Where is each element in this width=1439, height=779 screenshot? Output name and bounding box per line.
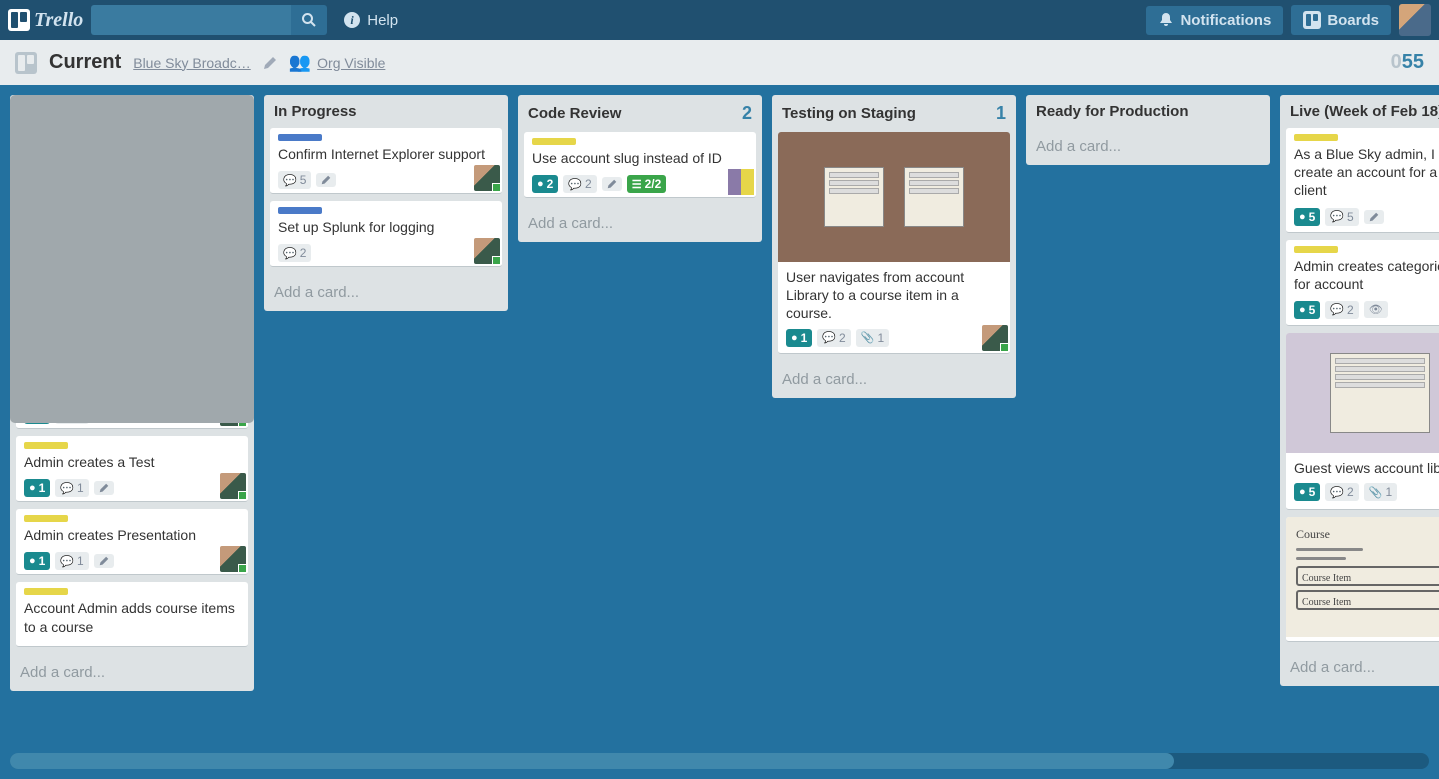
boards-button[interactable]: Boards [1291,5,1391,35]
votes-badge: ●5 [1294,301,1320,319]
list-live: Live (Week of Feb 18) As a Blue Sky admi… [1280,95,1439,686]
board-canvas[interactable]: Next Up 27 Move Heroku account to monito… [0,85,1439,779]
edit-badge [94,481,114,495]
search-wrap [91,5,327,35]
comments-badge: 💬5 [1325,208,1358,226]
search-button[interactable] [291,5,327,35]
search-icon [301,12,317,28]
card[interactable]: Use account slug instead of ID ●2 💬2 ☰2/… [524,132,756,198]
comments-badge: 💬2 [1325,483,1358,501]
comments-badge: 💬1 [55,479,88,497]
label-yellow [532,138,576,145]
trello-icon [8,9,30,31]
checklist-badge: ☰2/2 [627,175,667,193]
list-code-review: Code Review 2 Use account slug instead o… [518,95,762,242]
card[interactable]: Guest views account library ●5 💬2 📎1 [1286,333,1439,510]
votes-badge: ●2 [532,175,558,193]
list-count: 2 [742,103,752,124]
comments-badge: 💬2 [817,329,850,347]
comments-badge: 💬1 [55,552,88,570]
card[interactable]: Set up Splunk for logging 💬2 [270,201,502,267]
votes-badge: ●5 [1294,208,1320,226]
card-cover: Course Course Item Course Item [1286,517,1439,637]
watch-badge: 👁 [1364,301,1388,318]
board-icon [15,52,37,74]
add-card[interactable]: Add a card... [264,274,508,311]
list-title[interactable]: Live (Week of Feb 18) [1290,103,1439,120]
board-title[interactable]: Current [49,51,121,74]
card-cover [778,132,1010,262]
label-blue [278,207,322,214]
card[interactable]: User navigates from account Library to a… [778,132,1010,354]
votes-badge: ●1 [24,552,50,570]
list-title[interactable]: In Progress [274,103,357,120]
attachment-badge: 📎1 [856,329,889,347]
card[interactable]: Course Course Item Course Item [1286,517,1439,642]
help-link[interactable]: i Help [335,7,406,33]
member-avatar[interactable] [474,238,500,264]
list-title[interactable]: Ready for Production [1036,103,1189,120]
list-ready: Ready for Production Add a card... [1026,95,1270,165]
user-avatar[interactable] [1399,4,1431,36]
info-icon: i [343,11,361,29]
label-yellow [1294,246,1338,253]
list-count: 1 [996,103,1006,124]
board-scrollbar[interactable] [10,753,1429,769]
add-card[interactable]: Add a card... [772,361,1016,398]
member-avatar[interactable] [982,325,1008,351]
card[interactable]: Confirm Internet Explorer support 💬5 [270,128,502,194]
votes-badge: ●1 [24,479,50,497]
attachment-badge: 📎1 [1364,483,1397,501]
board-count: 055 [1391,51,1424,74]
add-card[interactable]: Add a card... [518,205,762,242]
logo-text: Trello [34,9,83,32]
label-blue [278,134,322,141]
add-card[interactable]: Add a card... [10,654,254,691]
edit-icon[interactable] [263,56,277,70]
member-avatar[interactable] [728,169,754,195]
visibility[interactable]: 👥 Org Visible [289,52,386,73]
comments-badge: 💬2 [278,244,311,262]
member-avatar[interactable] [474,165,500,191]
label-yellow [24,515,68,522]
boards-icon [1303,11,1321,29]
card[interactable]: Account Admin adds course items to a cou… [16,582,248,646]
card[interactable]: Admin creates categories for account ●5 … [1286,240,1439,326]
label-yellow [24,588,68,595]
top-header: Trello i Help Notifications Boards [0,0,1439,40]
search-input[interactable] [91,5,291,35]
comments-badge: 💬2 [563,175,596,193]
edit-badge [316,173,336,187]
people-icon: 👥 [289,52,311,73]
list-next-up: Next Up 27 Move Heroku account to monito… [10,95,254,691]
bell-icon [1158,12,1174,28]
member-avatar[interactable] [220,546,246,572]
list-title[interactable]: Code Review [528,105,621,122]
edit-badge [94,554,114,568]
logo[interactable]: Trello [8,9,83,32]
add-card[interactable]: Add a card... [1026,128,1270,165]
list-testing: Testing on Staging 1 User navigates from… [772,95,1016,398]
list-in-progress: In Progress Confirm Internet Explorer su… [264,95,508,311]
label-yellow [1294,134,1338,141]
board-header: Current Blue Sky Broadc… 👥 Org Visible 0… [0,40,1439,85]
org-link[interactable]: Blue Sky Broadc… [133,55,251,71]
votes-badge: ●5 [1294,483,1320,501]
notifications-button[interactable]: Notifications [1146,6,1283,35]
member-avatar[interactable] [220,473,246,499]
votes-badge: ●1 [786,329,812,347]
add-card[interactable]: Add a card... [1280,649,1439,686]
edit-badge [602,177,622,191]
comments-badge: 💬5 [278,171,311,189]
card[interactable]: As a Blue Sky admin, I create an account… [1286,128,1439,233]
edit-badge [1364,210,1384,224]
card[interactable]: Admin creates a Test ●1 💬1 [16,436,248,502]
card-cover [1286,333,1439,453]
card[interactable]: Admin creates Presentation ●1 💬1 [16,509,248,575]
list-title[interactable]: Testing on Staging [782,105,916,122]
label-yellow [24,442,68,449]
comments-badge: 💬2 [1325,301,1358,319]
